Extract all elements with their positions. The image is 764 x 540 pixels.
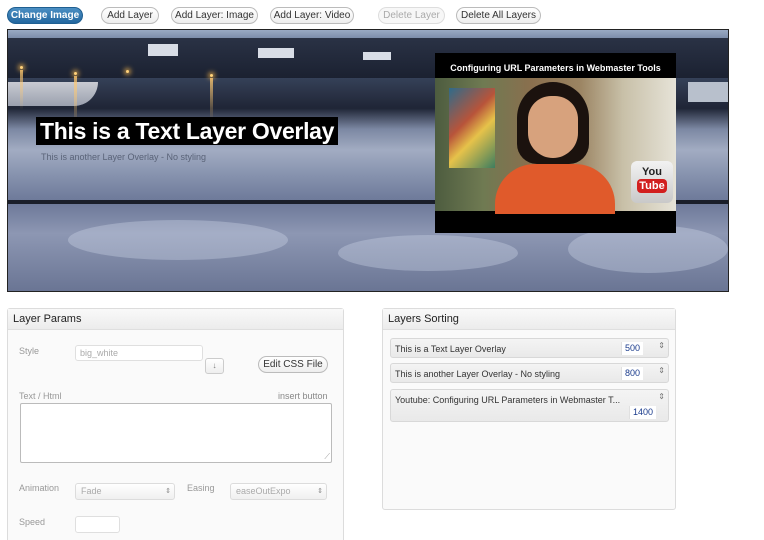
video-title: Configuring URL Parameters in Webmaster …	[450, 63, 661, 73]
layers-sorting-header: Layers Sorting	[383, 309, 675, 330]
speed-label: Speed	[19, 517, 46, 527]
layer-params-panel: Layer Params Style big_white ↓ Edit CSS …	[7, 308, 344, 540]
style-label: Style	[19, 346, 40, 356]
style-select-arrow-button[interactable]: ↓	[205, 358, 224, 374]
youtube-logo-you: You	[642, 166, 662, 178]
style-input[interactable]: big_white	[75, 345, 203, 361]
select-arrows-icon: ⇕	[165, 488, 171, 495]
sort-item-depth[interactable]: 800	[621, 367, 644, 380]
youtube-logo-icon: You Tube	[631, 161, 673, 203]
animation-value: Fade	[81, 486, 102, 496]
light	[20, 66, 23, 69]
add-layer-video-button[interactable]: Add Layer: Video	[270, 7, 354, 24]
sort-item-label: This is another Layer Overlay - No styli…	[395, 369, 561, 379]
easing-select[interactable]: easeOutExpo ⇕	[230, 483, 327, 500]
change-image-button[interactable]: Change Image	[7, 7, 83, 24]
light-reflection	[20, 70, 23, 110]
delete-all-layers-button[interactable]: Delete All Layers	[456, 7, 541, 24]
sort-handle-icon[interactable]: ⇕	[658, 392, 665, 401]
toolbar: Change Image Add Layer Add Layer: Image …	[0, 0, 764, 30]
painting	[449, 88, 495, 168]
house	[148, 44, 178, 56]
add-layer-button[interactable]: Add Layer	[101, 7, 159, 24]
text-html-textarea[interactable]: ⟋	[20, 403, 332, 463]
sort-item-label: This is a Text Layer Overlay	[395, 344, 506, 354]
sort-item-label: Youtube: Configuring URL Parameters in W…	[395, 395, 621, 405]
youtube-video-layer[interactable]: Configuring URL Parameters in Webmaster …	[435, 53, 676, 233]
layers-sorting-panel: Layers Sorting This is a Text Layer Over…	[382, 308, 676, 510]
slide-preview[interactable]: This is a Text Layer Overlay This is ano…	[7, 29, 729, 292]
animation-select[interactable]: Fade ⇕	[75, 483, 175, 500]
delete-layer-button[interactable]: Delete Layer	[378, 7, 445, 24]
sort-item[interactable]: This is a Text Layer Overlay 500 ⇕	[390, 338, 669, 358]
sort-item[interactable]: This is another Layer Overlay - No styli…	[390, 363, 669, 383]
light	[74, 72, 77, 75]
insert-button-link[interactable]: insert button	[278, 391, 328, 401]
cloud-reflection	[338, 235, 518, 271]
select-arrows-icon: ⇕	[317, 488, 323, 495]
light	[210, 74, 213, 77]
dock	[688, 82, 728, 102]
animation-label: Animation	[19, 483, 60, 493]
presenter-face	[528, 96, 578, 158]
youtube-logo-tube: Tube	[637, 179, 667, 193]
sort-item-depth[interactable]: 1400	[629, 406, 657, 419]
light	[126, 70, 129, 73]
easing-value: easeOutExpo	[236, 486, 291, 496]
sort-handle-icon[interactable]: ⇕	[658, 366, 665, 375]
layer-params-header: Layer Params	[8, 309, 343, 330]
text-html-label: Text / Html	[19, 391, 62, 401]
sort-item-depth[interactable]: 500	[621, 342, 644, 355]
speed-input[interactable]	[75, 516, 120, 533]
resize-handle-icon[interactable]: ⟋	[324, 452, 330, 462]
house	[258, 48, 294, 58]
sort-item[interactable]: Youtube: Configuring URL Parameters in W…	[390, 389, 669, 422]
presenter-body	[495, 164, 615, 214]
sort-handle-icon[interactable]: ⇕	[658, 341, 665, 350]
edit-css-file-button[interactable]: Edit CSS File	[258, 356, 328, 373]
text-layer-unstyled[interactable]: This is another Layer Overlay - No styli…	[41, 152, 206, 162]
house	[363, 52, 391, 60]
add-layer-image-button[interactable]: Add Layer: Image	[171, 7, 258, 24]
light-reflection	[210, 78, 213, 122]
cloud-reflection	[68, 220, 288, 260]
text-layer-overlay[interactable]: This is a Text Layer Overlay	[36, 117, 339, 145]
easing-label: Easing	[187, 483, 215, 493]
